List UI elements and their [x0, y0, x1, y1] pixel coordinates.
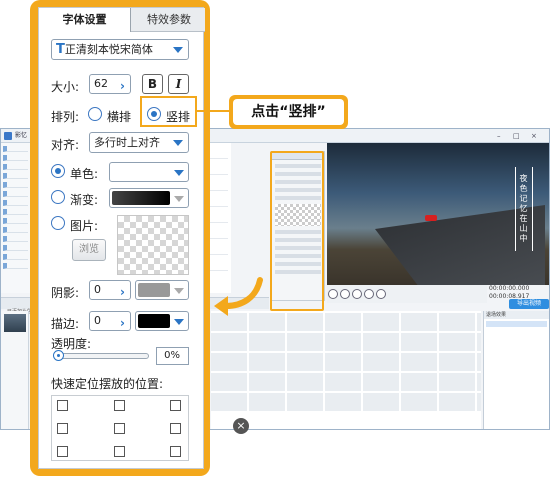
solid-color-picker[interactable]: [109, 162, 189, 182]
panel-tabs: 字体设置 特效参数: [39, 8, 205, 32]
shadow-stepper[interactable]: 0 ›: [89, 280, 131, 300]
image-preview: [117, 215, 189, 275]
position-top-right-checkbox[interactable]: [170, 400, 181, 411]
chevron-right-icon[interactable]: ›: [120, 77, 125, 95]
callout-connector: [197, 110, 229, 112]
stroke-color-picker[interactable]: [135, 311, 189, 331]
playback-controls[interactable]: [327, 285, 487, 303]
opacity-slider-handle[interactable]: [53, 350, 64, 361]
app-title: 影忆: [15, 132, 28, 139]
mini-panel-highlight: [270, 151, 324, 311]
align-dropdown[interactable]: 多行时上对齐: [89, 132, 189, 153]
shadow-label: 阴影:: [51, 286, 80, 300]
shadow-color-picker[interactable]: [135, 280, 189, 300]
position-middle-left-checkbox[interactable]: [57, 423, 68, 434]
font-settings-panel: 字体设置 特效参数 T正清刻本悦宋简体 大小: 62 › B I 排列: 横排 …: [38, 7, 205, 469]
car-image: [425, 215, 437, 221]
font-family-value: 正清刻本悦宋简体: [64, 43, 153, 56]
callout-box: 点击“竖排”: [229, 95, 348, 129]
minimize-icon[interactable]: –: [497, 129, 501, 143]
gradient-label: 渐变:: [70, 193, 99, 207]
tab-font-settings[interactable]: 字体设置: [39, 8, 131, 32]
position-center-checkbox[interactable]: [114, 423, 125, 434]
preview-vertical-text: 夜色记忆在山中: [515, 167, 533, 251]
font-family-dropdown[interactable]: T正清刻本悦宋简体: [51, 39, 189, 60]
size-stepper[interactable]: 62 ›: [89, 74, 131, 94]
chevron-down-icon: [174, 196, 184, 202]
chevron-down-icon: [174, 319, 184, 325]
solid-color-radio[interactable]: [51, 164, 65, 178]
clip-thumbnail-strip[interactable]: [1, 311, 29, 429]
align-label: 对齐:: [51, 138, 80, 152]
chevron-down-icon: [173, 140, 183, 146]
app-logo-icon: [4, 132, 12, 140]
chevron-down-icon: [174, 170, 184, 176]
chevron-down-icon: [174, 288, 184, 294]
image-label: 图片:: [70, 219, 99, 233]
callout-text: 点击“竖排”: [233, 99, 344, 125]
italic-button[interactable]: I: [168, 74, 189, 94]
position-bottom-left-checkbox[interactable]: [57, 446, 68, 457]
shadow-value: 0: [94, 283, 101, 296]
image-radio[interactable]: [51, 216, 65, 230]
vertical-option-highlight: [140, 96, 197, 127]
timeline[interactable]: [211, 311, 481, 429]
opacity-value[interactable]: 0%: [156, 347, 189, 365]
position-top-left-checkbox[interactable]: [57, 400, 68, 411]
chevron-down-icon: [173, 47, 183, 53]
effects-panel-header: 退场效果: [484, 311, 549, 319]
chevron-right-icon[interactable]: ›: [120, 283, 125, 301]
export-video-button[interactable]: 导出视频: [509, 299, 549, 309]
tab-effect-params[interactable]: 特效参数: [133, 8, 205, 32]
stroke-value: 0: [94, 314, 101, 327]
font-type-icon: T: [56, 42, 65, 57]
effects-panel[interactable]: 退场效果: [483, 311, 549, 429]
curved-arrow-icon: [214, 277, 263, 316]
stroke-color-swatch: [138, 314, 170, 328]
stroke-label: 描边:: [51, 317, 80, 331]
position-grid: [51, 395, 189, 461]
video-preview[interactable]: 夜色记忆在山中: [327, 143, 549, 285]
solid-color-label: 单色:: [70, 167, 99, 181]
arrangement-label: 排列:: [51, 110, 80, 124]
position-top-center-checkbox[interactable]: [114, 400, 125, 411]
stroke-stepper[interactable]: 0 ›: [89, 311, 131, 331]
solid-color-swatch: [112, 165, 170, 179]
chevron-right-icon[interactable]: ›: [120, 314, 125, 332]
shadow-color-swatch: [138, 283, 170, 297]
position-bottom-center-checkbox[interactable]: [114, 446, 125, 457]
size-label: 大小:: [51, 80, 80, 94]
horizontal-radio[interactable]: [88, 107, 102, 121]
horizontal-label[interactable]: 横排: [107, 108, 131, 125]
gradient-picker[interactable]: [109, 188, 189, 208]
window-close-icon[interactable]: ×: [531, 129, 537, 143]
gradient-swatch: [112, 191, 170, 205]
maximize-icon[interactable]: □: [513, 129, 520, 143]
position-bottom-right-checkbox[interactable]: [170, 446, 181, 457]
bold-button[interactable]: B: [142, 74, 163, 94]
position-middle-right-checkbox[interactable]: [170, 423, 181, 434]
browse-button[interactable]: 浏览: [72, 239, 106, 261]
size-value: 62: [94, 77, 108, 90]
position-label: 快速定位摆放的位置:: [51, 377, 164, 391]
opacity-slider[interactable]: [55, 353, 149, 359]
close-icon[interactable]: ×: [233, 418, 249, 434]
align-value: 多行时上对齐: [94, 136, 160, 149]
folder-tree[interactable]: [1, 143, 31, 293]
gradient-radio[interactable]: [51, 190, 65, 204]
